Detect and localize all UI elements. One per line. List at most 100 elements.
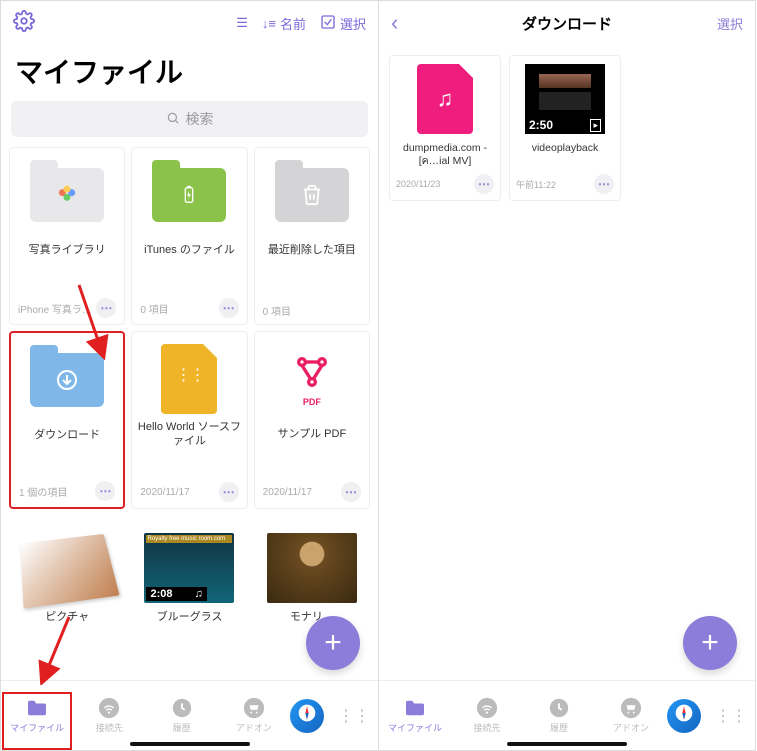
trash-icon <box>301 184 323 206</box>
list-icon: ☰ <box>236 15 248 31</box>
photos-icon <box>53 181 81 209</box>
add-button[interactable]: + <box>683 616 737 670</box>
cart-icon <box>619 697 643 719</box>
page-title: ダウンロード <box>379 13 755 34</box>
more-button[interactable]: ⋯ <box>96 298 116 318</box>
music-note-icon: ♫ <box>437 86 454 112</box>
search-icon <box>166 111 180 128</box>
tile-label: 写真ライブラリ <box>29 236 106 264</box>
search-placeholder: 検索 <box>186 109 214 129</box>
zip-icon: ⋮⋮ <box>175 365 203 385</box>
select-button[interactable]: 選択 <box>717 14 743 33</box>
more-button[interactable]: ⋯ <box>341 482 361 502</box>
tile-meta: 2020/11/17 <box>263 487 312 498</box>
tab-label: マイファイル <box>388 721 442 734</box>
tile-meta: 1 個の項目 <box>19 484 67 499</box>
tile-label: ダウンロード <box>34 421 100 449</box>
tile-picture[interactable]: ピクチャ <box>9 515 125 680</box>
plus-icon: + <box>701 626 719 660</box>
header: ☰ ↓≡ 名前 選択 <box>1 1 378 45</box>
music-note-icon: ♫ <box>195 588 203 600</box>
more-button[interactable]: ⋯ <box>474 174 494 194</box>
video-icon: ▸ <box>590 119 601 132</box>
tile-dumpmedia[interactable]: ♫ dumpmedia.com - [ค…ial MV] 2020/11/23 … <box>389 55 501 201</box>
add-button[interactable]: + <box>306 616 360 670</box>
image-thumb <box>21 534 120 609</box>
tab-myfiles[interactable]: マイファイル <box>379 697 451 734</box>
more-button[interactable]: ⋯ <box>95 481 115 501</box>
sort-button[interactable]: ↓≡ 名前 <box>262 14 306 33</box>
compass-icon <box>297 703 317 728</box>
tab-connections[interactable]: 接続先 <box>451 697 523 734</box>
select-button[interactable]: 選択 <box>320 14 366 33</box>
tab-myfiles[interactable]: マイファイル <box>1 697 73 734</box>
tile-helloworld-zip[interactable]: ⋮⋮ Hello World ソースファイル 2020/11/17 ⋯ <box>131 331 247 509</box>
sort-label: 名前 <box>280 14 306 33</box>
view-mode-button[interactable]: ☰ <box>236 15 248 31</box>
tab-label: 履歴 <box>550 721 568 734</box>
tile-label: dumpmedia.com - [ค…ial MV] <box>394 142 496 168</box>
select-label: 選択 <box>340 14 366 33</box>
home-indicator <box>507 742 627 746</box>
screen-myfiles: ☰ ↓≡ 名前 選択 マイファイル 検索 写真ライブ <box>0 0 378 751</box>
tile-meta: 午前11:22 <box>516 178 556 191</box>
tile-label: iTunes のファイル <box>144 236 235 264</box>
battery-icon <box>178 184 200 206</box>
tab-history[interactable]: 履歴 <box>523 697 595 734</box>
tile-label: videoplayback <box>532 142 599 168</box>
duration-badge: 2:50 <box>529 118 553 132</box>
tile-meta: 2020/11/17 <box>140 487 189 498</box>
download-icon <box>55 368 79 392</box>
tab-label: アドオン <box>613 721 649 734</box>
compass-icon <box>674 703 694 728</box>
header: ‹ ダウンロード 選択 <box>379 1 755 45</box>
browser-button[interactable] <box>667 699 701 733</box>
tile-label: 最近削除した項目 <box>268 236 356 264</box>
more-button[interactable]: ⋯ <box>219 482 239 502</box>
clock-icon <box>170 697 194 719</box>
more-button[interactable]: ⋯ <box>594 174 614 194</box>
tab-addons[interactable]: アドオン <box>595 697 667 734</box>
checkbox-icon <box>320 14 336 33</box>
tile-photo-library[interactable]: 写真ライブラリ iPhone 写真ラ… ⋯ <box>9 147 125 325</box>
cart-icon <box>242 697 266 719</box>
tile-bluegrass[interactable]: Royalty free music room.com 2:08♫ ブルーグラス <box>131 515 247 680</box>
tile-meta: 2020/11/23 <box>396 179 440 189</box>
folder-icon <box>25 697 49 719</box>
search-input[interactable]: 検索 <box>11 101 368 137</box>
tab-bar: マイファイル 接続先 履歴 アドオン ⋮⋮ <box>379 680 755 750</box>
tab-connections[interactable]: 接続先 <box>73 697 145 734</box>
sort-icon: ↓≡ <box>262 16 276 31</box>
tile-sample-pdf[interactable]: PDF サンプル PDF 2020/11/17 ⋯ <box>254 331 370 509</box>
clock-icon <box>547 697 571 719</box>
file-grid: 写真ライブラリ iPhone 写真ラ… ⋯ iTunes のファイル 0 項目 … <box>1 147 378 680</box>
tile-label: ピクチャ <box>45 603 89 631</box>
home-indicator <box>130 742 250 746</box>
screen-downloads: ‹ ダウンロード 選択 ♫ dumpmedia.com - [ค…ial MV]… <box>378 0 756 751</box>
tile-label: ブルーグラス <box>157 603 223 631</box>
plus-icon: + <box>324 626 342 660</box>
tile-downloads[interactable]: ダウンロード 1 個の項目 ⋯ <box>9 331 125 509</box>
file-grid: ♫ dumpmedia.com - [ค…ial MV] 2020/11/23 … <box>379 45 755 201</box>
tab-label: 接続先 <box>96 721 123 734</box>
tile-itunes[interactable]: iTunes のファイル 0 項目 ⋯ <box>131 147 247 325</box>
menu-icon[interactable]: ⋮⋮ <box>330 706 378 726</box>
browser-button[interactable] <box>290 699 324 733</box>
menu-icon[interactable]: ⋮⋮ <box>707 706 755 726</box>
wifi-icon <box>97 697 121 719</box>
tab-history[interactable]: 履歴 <box>146 697 218 734</box>
tile-recently-deleted[interactable]: 最近削除した項目 0 項目 <box>254 147 370 325</box>
tile-label: サンプル PDF <box>277 420 346 448</box>
video-thumb: Royalty free music room.com 2:08♫ <box>144 533 234 603</box>
image-thumb <box>267 533 357 603</box>
tab-addons[interactable]: アドオン <box>218 697 290 734</box>
page-title: マイファイル <box>1 45 378 101</box>
wifi-icon <box>475 697 499 719</box>
tile-meta: iPhone 写真ラ… <box>18 301 92 316</box>
folder-icon <box>403 697 427 719</box>
settings-icon[interactable] <box>13 10 35 37</box>
tile-videoplayback[interactable]: 2:50 ▸ videoplayback 午前11:22 ⋯ <box>509 55 621 201</box>
tab-label: 接続先 <box>473 721 500 734</box>
pdf-icon: PDF <box>292 352 332 407</box>
more-button[interactable]: ⋯ <box>219 298 239 318</box>
